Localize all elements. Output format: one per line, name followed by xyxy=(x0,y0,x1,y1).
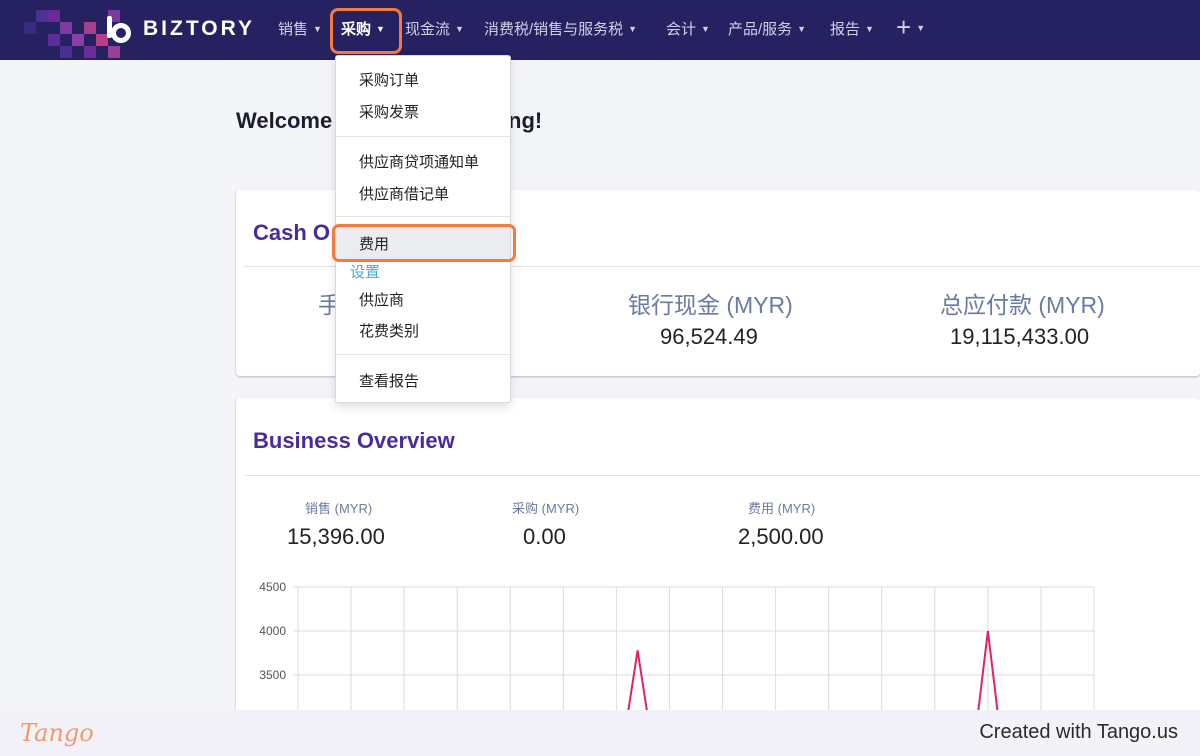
business-overview-card: Business Overview 销售 (MYR) 15,396.00 采购 … xyxy=(236,398,1200,718)
biztory-logo-icon xyxy=(105,14,135,44)
menu-item-expense-category[interactable]: 花费类别 xyxy=(359,320,419,341)
business-line-chart: 4500 4000 3500 xyxy=(259,580,1095,718)
tango-footer: Tango Created with Tango.us xyxy=(0,710,1200,756)
chevron-down-icon: ▼ xyxy=(455,24,464,34)
chart-y-tick-label: 4000 xyxy=(259,624,286,638)
top-navbar: BIZTORY 销售 ▼ 采购 ▼ 现金流 ▼ 消费税/销售与服务税 ▼ 会计 ▼ 产品/… xyxy=(0,0,1200,60)
nav-add[interactable]: + ▼ xyxy=(896,12,925,43)
menu-section-settings: 设置 xyxy=(350,264,381,281)
created-with-text: Created with Tango.us xyxy=(979,721,1178,743)
chevron-down-icon: ▼ xyxy=(628,24,638,34)
nav-tax[interactable]: 消费税/销售与服务税 ▼ xyxy=(484,18,637,39)
chevron-down-icon: ▼ xyxy=(797,24,807,34)
menu-item-supplier-debit-note[interactable]: 供应商借记单 xyxy=(359,183,449,204)
menu-item-supplier-credit-note[interactable]: 供应商贷项通知单 xyxy=(359,151,479,172)
plus-icon: + xyxy=(896,12,912,42)
total-payable-value: 19,115,433.00 xyxy=(950,324,1090,349)
chevron-down-icon: ▼ xyxy=(313,24,322,34)
tango-logo: Tango xyxy=(20,719,94,747)
nav-reports[interactable]: 报告 ▼ xyxy=(830,18,874,39)
nav-sales-label: 销售 xyxy=(278,21,309,38)
welcome-text-left: Welcome xyxy=(236,108,333,133)
menu-divider xyxy=(336,354,510,355)
menu-divider xyxy=(336,136,510,137)
nav-products[interactable]: 产品/服务 ▼ xyxy=(728,18,806,39)
menu-item-purchase-invoice[interactable]: 采购发票 xyxy=(359,101,419,122)
highlight-menu-expense xyxy=(332,224,516,262)
chevron-down-icon: ▼ xyxy=(865,24,874,34)
chart-y-tick-label: 4500 xyxy=(259,580,286,594)
menu-divider xyxy=(336,216,510,217)
chart-y-tick-label: 3500 xyxy=(259,668,286,682)
menu-item-supplier[interactable]: 供应商 xyxy=(359,289,404,310)
highlight-nav-purchase xyxy=(330,8,402,54)
nav-reports-label: 报告 xyxy=(830,21,861,38)
bank-cash-label: 银行现金 (MYR) xyxy=(628,292,793,318)
cash-overview-title: Cash O xyxy=(253,220,331,245)
menu-item-purchase-order[interactable]: 采购订单 xyxy=(359,69,419,90)
nav-tax-label: 消费税/销售与服务税 xyxy=(484,21,624,38)
brand-name: BIZTORY xyxy=(143,17,256,40)
nav-accounting-label: 会计 xyxy=(666,21,697,38)
chevron-down-icon: ▼ xyxy=(916,23,926,33)
nav-accounting[interactable]: 会计 ▼ xyxy=(666,18,710,39)
welcome-text-right: ng! xyxy=(508,108,543,133)
menu-item-view-report[interactable]: 查看报告 xyxy=(359,370,419,391)
nav-cashflow[interactable]: 现金流 ▼ xyxy=(405,18,464,39)
total-payable-label: 总应付款 (MYR) xyxy=(940,292,1105,318)
nav-products-label: 产品/服务 xyxy=(728,21,793,38)
nav-cashflow-label: 现金流 xyxy=(405,21,451,38)
bank-cash-value: 96,524.49 xyxy=(660,324,758,349)
nav-sales[interactable]: 销售 ▼ xyxy=(278,18,322,39)
chevron-down-icon: ▼ xyxy=(701,24,710,34)
biztory-logo[interactable]: BIZTORY xyxy=(105,14,255,44)
